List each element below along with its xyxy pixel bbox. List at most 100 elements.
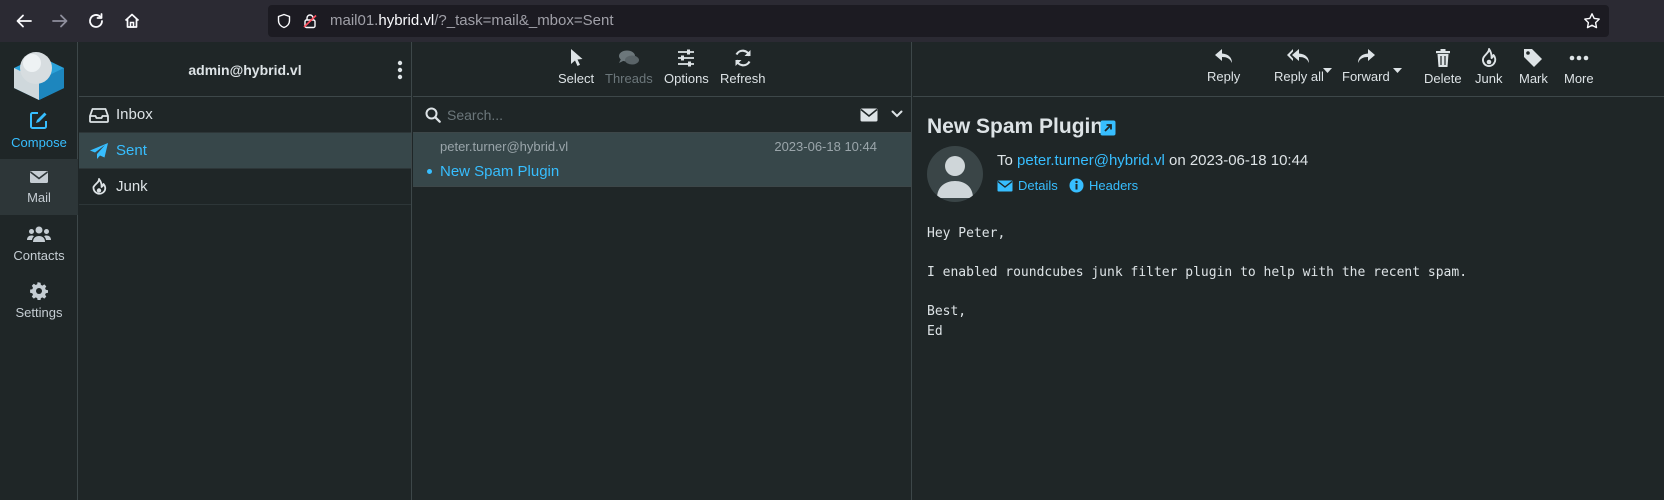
details-link[interactable]: Details xyxy=(997,178,1058,193)
cursor-icon xyxy=(571,49,583,66)
search-scope-envelope-icon[interactable] xyxy=(860,108,878,122)
fire-icon xyxy=(89,178,109,196)
folder-inbox[interactable]: Inbox xyxy=(79,97,411,133)
url-host: hybrid.vl xyxy=(378,12,435,29)
url-path: /?_task=mail&_mbox=Sent xyxy=(434,12,614,29)
to-label: To xyxy=(997,152,1013,169)
reply-all-dropdown-icon[interactable] xyxy=(1323,68,1332,74)
message-list-panel: Select Threads Options Refresh Search...… xyxy=(413,42,912,500)
users-icon xyxy=(27,226,51,242)
url-host-prefix: mail01. xyxy=(330,12,379,29)
insecure-lock-icon[interactable] xyxy=(302,13,318,29)
folder-sent[interactable]: Sent xyxy=(79,133,411,169)
tag-icon xyxy=(1524,49,1543,67)
forward-dropdown-icon[interactable] xyxy=(1393,68,1402,74)
url-text[interactable]: mail01.hybrid.vl/?_task=mail&_mbox=Sent xyxy=(330,12,614,29)
forward-nav-icon[interactable] xyxy=(48,9,72,33)
compose-icon xyxy=(30,112,47,129)
nav-mail[interactable]: Mail xyxy=(0,159,78,215)
junk-button[interactable]: Junk xyxy=(1475,48,1502,86)
message-subject-heading: New Spam Plugin xyxy=(927,115,1104,138)
search-icon[interactable] xyxy=(425,107,441,123)
more-icon xyxy=(1569,55,1589,61)
refresh-button[interactable]: Refresh xyxy=(720,48,766,86)
message-from: peter.turner@hybrid.vl xyxy=(440,139,569,154)
more-button[interactable]: More xyxy=(1564,48,1594,86)
message-status-dot xyxy=(427,169,432,174)
shield-icon[interactable] xyxy=(276,13,292,29)
forward-label: Forward xyxy=(1342,69,1390,84)
message-date: 2023-06-18 10:44 xyxy=(774,139,877,154)
fire-icon xyxy=(1481,48,1496,67)
nav-compose-label: Compose xyxy=(11,135,67,150)
options-label: Options xyxy=(664,71,709,86)
reply-all-label: Reply all xyxy=(1274,69,1324,84)
recipient-line: To peter.turner@hybrid.vl on 2023-06-18 … xyxy=(997,152,1308,169)
reply-all-button[interactable]: Reply all xyxy=(1274,48,1324,84)
nav-compose[interactable]: Compose xyxy=(0,102,78,158)
folder-sent-label: Sent xyxy=(116,142,147,159)
message-toolbar: Reply Reply all Forward Delete Junk Mark… xyxy=(913,42,1664,97)
more-label: More xyxy=(1564,71,1594,86)
threads-button[interactable]: Threads xyxy=(605,48,653,86)
envelope-icon xyxy=(30,171,48,183)
url-bar[interactable]: mail01.hybrid.vl/?_task=mail&_mbox=Sent xyxy=(268,5,1609,37)
folder-panel: admin@hybrid.vl Inbox Sent Junk xyxy=(79,42,412,500)
chevron-down-icon[interactable] xyxy=(891,110,903,118)
refresh-icon xyxy=(735,49,751,67)
paper-plane-icon xyxy=(89,142,109,160)
mark-label: Mark xyxy=(1519,71,1548,86)
nav-contacts-label: Contacts xyxy=(13,248,65,263)
recipient-address[interactable]: peter.turner@hybrid.vl xyxy=(1017,152,1165,169)
folder-panel-header: admin@hybrid.vl xyxy=(79,42,411,97)
message-row[interactable]: peter.turner@hybrid.vl 2023-06-18 10:44 … xyxy=(413,133,911,187)
home-icon[interactable] xyxy=(120,9,144,33)
mark-button[interactable]: Mark xyxy=(1519,48,1548,86)
message-preview-panel: Reply Reply all Forward Delete Junk Mark… xyxy=(913,42,1664,500)
back-icon[interactable] xyxy=(12,9,36,33)
open-in-new-window-icon[interactable] xyxy=(1100,120,1116,136)
delete-label: Delete xyxy=(1424,71,1462,86)
nav-settings[interactable]: Settings xyxy=(0,273,78,329)
refresh-label: Refresh xyxy=(720,71,766,86)
message-date-full: 2023-06-18 10:44 xyxy=(1189,152,1309,169)
sender-avatar xyxy=(927,146,983,202)
folder-junk[interactable]: Junk xyxy=(79,169,411,205)
nav-settings-label: Settings xyxy=(15,305,63,320)
reply-all-icon xyxy=(1286,49,1309,63)
reply-button[interactable]: Reply xyxy=(1207,48,1240,84)
delete-button[interactable]: Delete xyxy=(1424,48,1462,86)
reply-icon xyxy=(1214,49,1232,63)
reply-label: Reply xyxy=(1207,69,1241,84)
reload-icon[interactable] xyxy=(84,9,108,33)
message-body: Hey Peter, I enabled roundcubes junk fil… xyxy=(927,226,1468,339)
trash-icon xyxy=(1435,49,1450,67)
search-bar xyxy=(413,97,911,133)
inbox-icon xyxy=(89,106,109,124)
select-label: Select xyxy=(558,71,595,86)
nav-contacts[interactable]: Contacts xyxy=(0,216,78,272)
folder-menu-icon[interactable] xyxy=(397,60,403,80)
options-button[interactable]: Options xyxy=(664,48,709,86)
on-label: on xyxy=(1168,152,1186,169)
forward-button[interactable]: Forward xyxy=(1342,48,1390,84)
forward-icon xyxy=(1357,49,1375,63)
roundcube-logo[interactable] xyxy=(12,46,66,100)
headers-link[interactable]: Headers xyxy=(1069,178,1138,193)
account-name: admin@hybrid.vl xyxy=(188,62,302,78)
main-navigation: Compose Mail Contacts Settings xyxy=(0,42,78,500)
nav-mail-label: Mail xyxy=(27,190,51,205)
details-label: Details xyxy=(1018,178,1058,193)
roundcube-app: Compose Mail Contacts Settings admin@hyb… xyxy=(0,42,1664,500)
message-subject: New Spam Plugin xyxy=(440,163,560,180)
message-list-toolbar: Select Threads Options Refresh xyxy=(413,42,911,97)
envelope-icon xyxy=(997,180,1013,191)
folder-inbox-label: Inbox xyxy=(116,106,153,123)
browser-toolbar: mail01.hybrid.vl/?_task=mail&_mbox=Sent xyxy=(0,0,1664,42)
sliders-icon xyxy=(678,49,695,67)
comments-icon xyxy=(618,50,639,65)
bookmark-star-icon[interactable] xyxy=(1583,12,1601,30)
select-button[interactable]: Select xyxy=(558,48,594,86)
search-input[interactable] xyxy=(447,103,787,127)
junk-label: Junk xyxy=(1475,71,1503,86)
